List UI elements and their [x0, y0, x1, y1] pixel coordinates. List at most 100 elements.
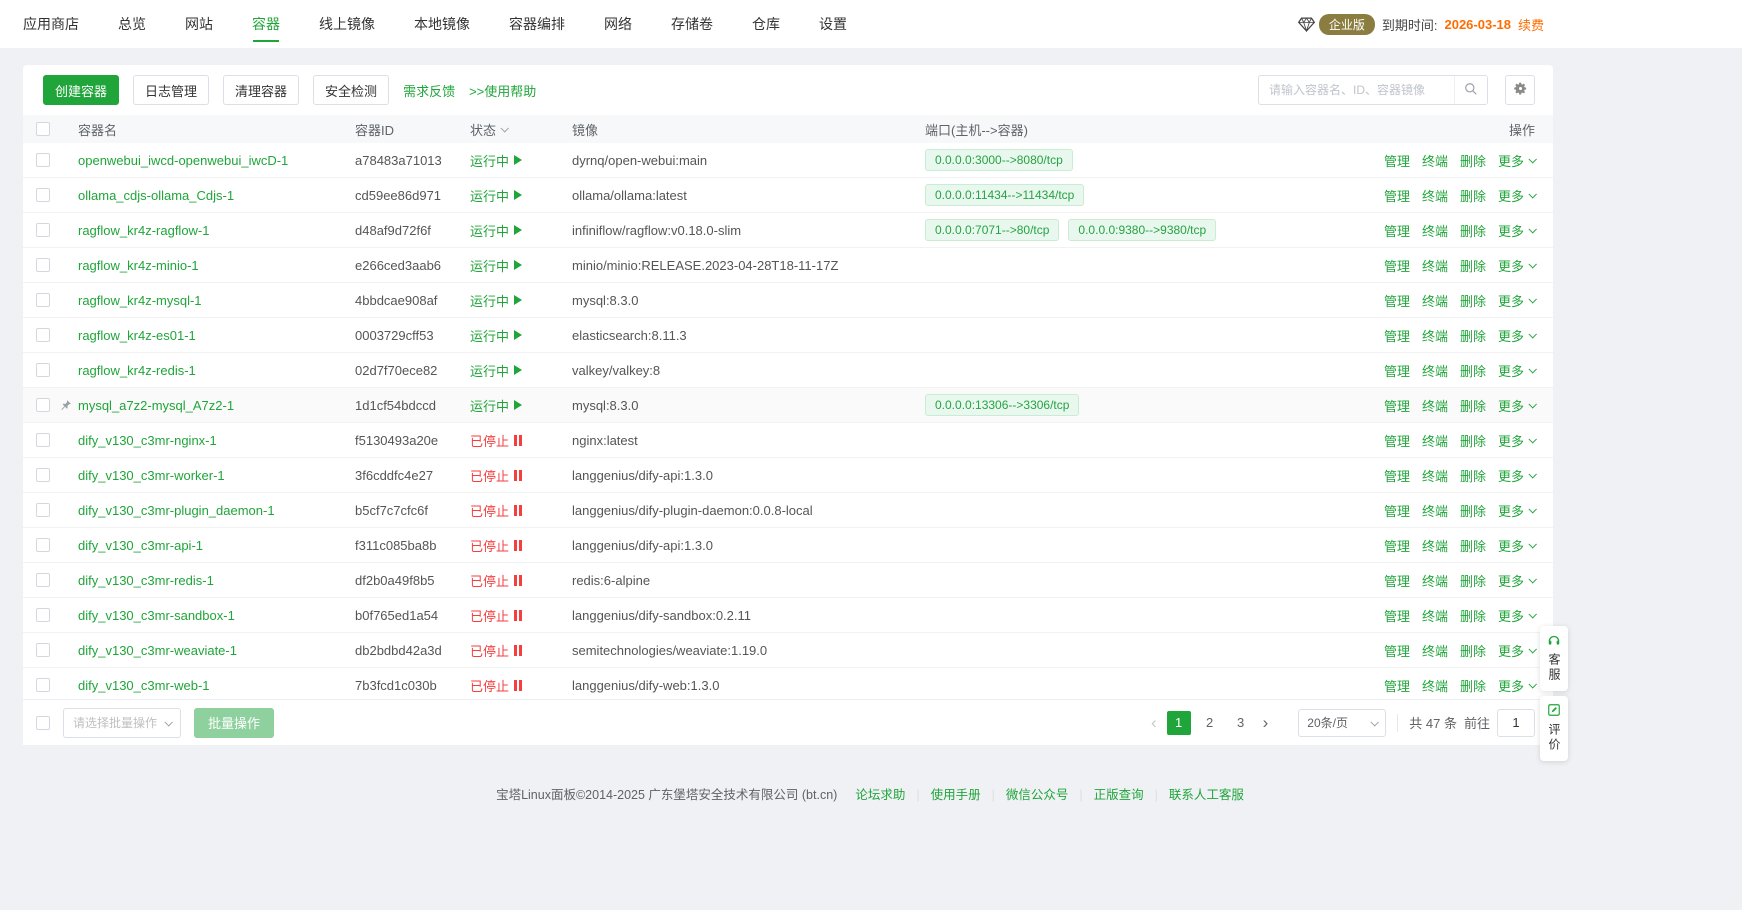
security-check-button[interactable]: 安全检测	[313, 75, 389, 105]
terminal-link[interactable]: 终端	[1422, 186, 1448, 205]
more-link[interactable]: 更多	[1498, 571, 1535, 590]
row-checkbox[interactable]	[36, 573, 50, 587]
delete-link[interactable]: 删除	[1460, 256, 1486, 275]
port-badge[interactable]: 0.0.0.0:11434-->11434/tcp	[925, 184, 1084, 206]
terminal-link[interactable]: 终端	[1422, 676, 1448, 695]
page-button-2[interactable]: 2	[1198, 711, 1222, 735]
container-name-link[interactable]: mysql_a7z2-mysql_A7z2-1	[78, 398, 234, 413]
terminal-link[interactable]: 终端	[1422, 291, 1448, 310]
search-button[interactable]	[1454, 76, 1487, 104]
delete-link[interactable]: 删除	[1460, 186, 1486, 205]
delete-link[interactable]: 删除	[1460, 396, 1486, 415]
row-checkbox[interactable]	[36, 363, 50, 377]
manage-link[interactable]: 管理	[1384, 221, 1410, 240]
delete-link[interactable]: 删除	[1460, 326, 1486, 345]
row-checkbox[interactable]	[36, 538, 50, 552]
footer-link-2[interactable]: 使用手册	[931, 788, 981, 802]
status-stopped[interactable]: 已停止	[470, 536, 522, 555]
container-name-link[interactable]: ragflow_kr4z-es01-1	[78, 328, 196, 343]
container-name-link[interactable]: ragflow_kr4z-redis-1	[78, 363, 196, 378]
terminal-link[interactable]: 终端	[1422, 571, 1448, 590]
container-name-link[interactable]: dify_v130_c3mr-api-1	[78, 538, 203, 553]
row-checkbox[interactable]	[36, 328, 50, 342]
more-link[interactable]: 更多	[1498, 221, 1535, 240]
delete-link[interactable]: 删除	[1460, 291, 1486, 310]
row-checkbox[interactable]	[36, 223, 50, 237]
row-checkbox[interactable]	[36, 503, 50, 517]
manage-link[interactable]: 管理	[1384, 151, 1410, 170]
renew-link[interactable]: 续费	[1518, 15, 1544, 34]
row-checkbox[interactable]	[36, 643, 50, 657]
container-name-link[interactable]: dify_v130_c3mr-sandbox-1	[78, 608, 235, 623]
status-stopped[interactable]: 已停止	[470, 676, 522, 695]
status-stopped[interactable]: 已停止	[470, 571, 522, 590]
row-checkbox[interactable]	[36, 188, 50, 202]
status-stopped[interactable]: 已停止	[470, 606, 522, 625]
container-name-link[interactable]: ragflow_kr4z-ragflow-1	[78, 223, 210, 238]
terminal-link[interactable]: 终端	[1422, 536, 1448, 555]
status-running[interactable]: 运行中	[470, 151, 522, 170]
status-stopped[interactable]: 已停止	[470, 641, 522, 660]
help-link[interactable]: >>使用帮助	[469, 81, 536, 100]
manage-link[interactable]: 管理	[1384, 501, 1410, 520]
nav-tab-containers[interactable]: 容器	[252, 0, 280, 48]
nav-tab-appstore[interactable]: 应用商店	[23, 0, 79, 48]
clean-container-button[interactable]: 清理容器	[223, 75, 299, 105]
row-checkbox[interactable]	[36, 293, 50, 307]
terminal-link[interactable]: 终端	[1422, 501, 1448, 520]
select-all-checkbox[interactable]	[36, 122, 50, 136]
more-link[interactable]: 更多	[1498, 186, 1535, 205]
footer-link-1[interactable]: 论坛求助	[855, 788, 905, 802]
port-badge[interactable]: 0.0.0.0:9380-->9380/tcp	[1068, 219, 1216, 241]
terminal-link[interactable]: 终端	[1422, 151, 1448, 170]
more-link[interactable]: 更多	[1498, 326, 1535, 345]
container-name-link[interactable]: dify_v130_c3mr-web-1	[78, 678, 210, 693]
nav-tab-local-images[interactable]: 本地镜像	[414, 0, 470, 48]
row-checkbox[interactable]	[36, 678, 50, 692]
more-link[interactable]: 更多	[1498, 361, 1535, 380]
more-link[interactable]: 更多	[1498, 536, 1535, 555]
nav-tab-settings[interactable]: 设置	[819, 0, 847, 48]
create-container-button[interactable]: 创建容器	[43, 75, 119, 105]
terminal-link[interactable]: 终端	[1422, 641, 1448, 660]
more-link[interactable]: 更多	[1498, 256, 1535, 275]
batch-select-all-checkbox[interactable]	[36, 716, 50, 730]
manage-link[interactable]: 管理	[1384, 326, 1410, 345]
more-link[interactable]: 更多	[1498, 466, 1535, 485]
status-stopped[interactable]: 已停止	[470, 431, 522, 450]
terminal-link[interactable]: 终端	[1422, 606, 1448, 625]
row-checkbox[interactable]	[36, 258, 50, 272]
page-button-3[interactable]: 3	[1229, 711, 1253, 735]
manage-link[interactable]: 管理	[1384, 536, 1410, 555]
more-link[interactable]: 更多	[1498, 676, 1535, 695]
manage-link[interactable]: 管理	[1384, 186, 1410, 205]
nav-tab-compose[interactable]: 容器编排	[509, 0, 565, 48]
review-widget[interactable]: 评价	[1540, 696, 1568, 761]
terminal-link[interactable]: 终端	[1422, 326, 1448, 345]
more-link[interactable]: 更多	[1498, 291, 1535, 310]
terminal-link[interactable]: 终端	[1422, 256, 1448, 275]
more-link[interactable]: 更多	[1498, 431, 1535, 450]
container-name-link[interactable]: dify_v130_c3mr-redis-1	[78, 573, 214, 588]
page-button-1[interactable]: 1	[1167, 711, 1191, 735]
nav-tab-sites[interactable]: 网站	[185, 0, 213, 48]
manage-link[interactable]: 管理	[1384, 571, 1410, 590]
container-name-link[interactable]: dify_v130_c3mr-worker-1	[78, 468, 225, 483]
log-manage-button[interactable]: 日志管理	[133, 75, 209, 105]
page-size-select[interactable]: 20条/页	[1298, 709, 1386, 737]
nav-tab-online-images[interactable]: 线上镜像	[319, 0, 375, 48]
row-checkbox[interactable]	[36, 398, 50, 412]
port-badge[interactable]: 0.0.0.0:3000-->8080/tcp	[925, 149, 1073, 171]
row-checkbox[interactable]	[36, 608, 50, 622]
container-name-link[interactable]: dify_v130_c3mr-plugin_daemon-1	[78, 503, 275, 518]
delete-link[interactable]: 删除	[1460, 221, 1486, 240]
batch-operation-button[interactable]: 批量操作	[194, 708, 274, 738]
nav-tab-volumes[interactable]: 存储卷	[671, 0, 713, 48]
container-name-link[interactable]: ollama_cdjs-ollama_Cdjs-1	[78, 188, 234, 203]
manage-link[interactable]: 管理	[1384, 291, 1410, 310]
delete-link[interactable]: 删除	[1460, 466, 1486, 485]
delete-link[interactable]: 删除	[1460, 641, 1486, 660]
delete-link[interactable]: 删除	[1460, 676, 1486, 695]
delete-link[interactable]: 删除	[1460, 151, 1486, 170]
delete-link[interactable]: 删除	[1460, 361, 1486, 380]
